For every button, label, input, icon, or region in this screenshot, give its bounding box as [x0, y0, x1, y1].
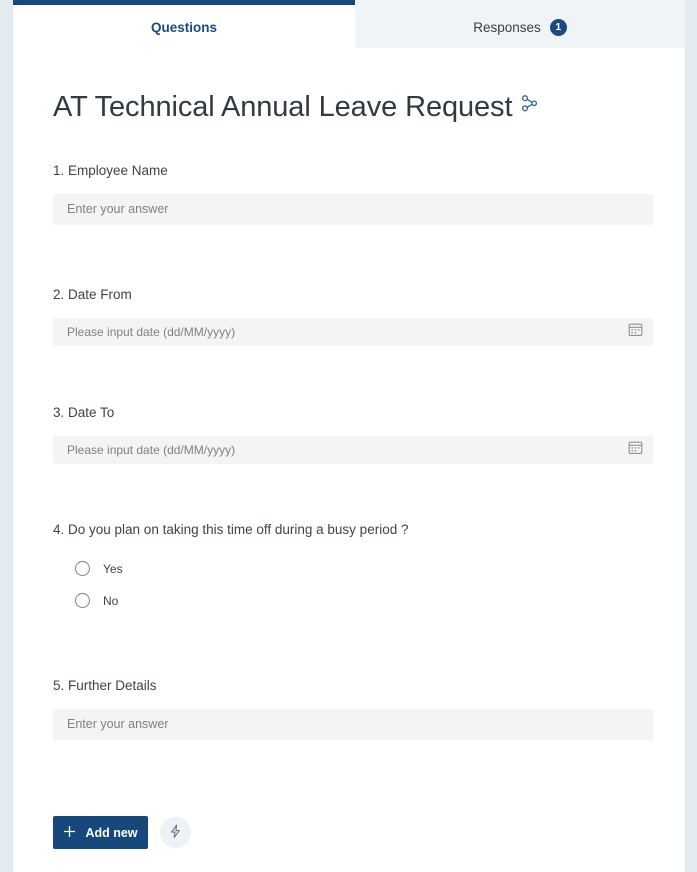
tab-strip: Questions Responses 1 — [13, 0, 685, 48]
tab-responses[interactable]: Responses 1 — [355, 0, 685, 48]
add-new-button[interactable]: Add new — [53, 816, 148, 849]
radio-icon[interactable] — [75, 561, 90, 577]
question-5-label: 5. Further Details — [53, 678, 157, 693]
question-2: 2. Date From Please input date (dd/MM/yy… — [53, 286, 653, 346]
lightning-bolt-icon — [168, 824, 183, 842]
form-body: AT Technical Annual Leave Request 1. Emp… — [13, 48, 685, 872]
tab-responses-label: Responses — [473, 19, 541, 35]
question-1-label: 1. Employee Name — [53, 163, 168, 178]
question-2-date-input[interactable]: Please input date (dd/MM/yyyy) — [53, 317, 653, 346]
question-3-label: 3. Date To — [53, 405, 115, 420]
form-title-row: AT Technical Annual Leave Request — [53, 91, 539, 124]
question-3-placeholder: Please input date (dd/MM/yyyy) — [67, 442, 236, 457]
question-4-option-no-label: No — [103, 593, 119, 608]
question-4-choice-list: Yes No — [53, 553, 653, 617]
question-4-option-no[interactable]: No — [53, 585, 653, 617]
question-3: 3. Date To Please input date (dd/MM/yyyy… — [53, 404, 653, 464]
question-2-placeholder: Please input date (dd/MM/yyyy) — [67, 324, 236, 339]
tab-questions-label: Questions — [150, 19, 217, 35]
form-title[interactable]: AT Technical Annual Leave Request — [53, 91, 513, 124]
question-4-option-yes-label: Yes — [103, 561, 123, 576]
question-1: 1. Employee Name Enter your answer — [53, 162, 653, 225]
question-5-placeholder: Enter your answer — [67, 716, 169, 731]
ideas-button[interactable] — [160, 817, 191, 848]
branch-icon[interactable] — [520, 94, 539, 118]
footer-actions: Add new — [53, 816, 191, 849]
question-4-option-yes[interactable]: Yes — [53, 553, 653, 585]
question-4-label: 4. Do you plan on taking this time off d… — [53, 522, 409, 537]
responses-count-badge: 1 — [549, 19, 567, 36]
question-4: 4. Do you plan on taking this time off d… — [53, 521, 653, 617]
plus-icon — [63, 825, 76, 841]
question-5-answer-input[interactable]: Enter your answer — [53, 708, 653, 740]
question-5: 5. Further Details Enter your answer — [53, 677, 653, 740]
form-sheet: Questions Responses 1 AT Technical Annua… — [13, 0, 685, 872]
radio-icon[interactable] — [75, 593, 90, 609]
question-1-placeholder: Enter your answer — [67, 201, 169, 216]
question-1-answer-input[interactable]: Enter your answer — [53, 193, 653, 225]
calendar-icon[interactable] — [628, 440, 643, 460]
tab-questions[interactable]: Questions — [13, 0, 355, 48]
forms-editor-window: Questions Responses 1 AT Technical Annua… — [0, 0, 697, 872]
add-new-button-label: Add new — [85, 825, 138, 840]
question-3-date-input[interactable]: Please input date (dd/MM/yyyy) — [53, 435, 653, 464]
question-2-label: 2. Date From — [53, 287, 132, 302]
calendar-icon[interactable] — [628, 322, 643, 342]
